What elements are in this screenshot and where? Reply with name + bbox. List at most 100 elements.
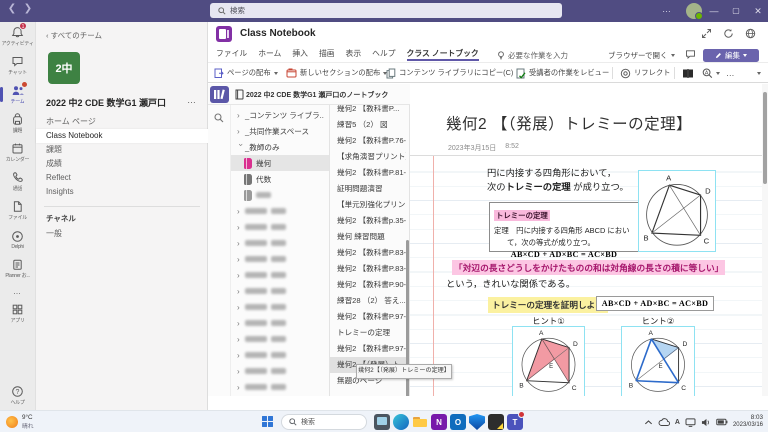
team-menu-item[interactable]: Insights [36,185,208,199]
open-in-browser-button[interactable]: ブラウザーで開く [608,50,675,61]
section-group-blurred[interactable]: › [231,315,330,331]
back-to-teams-link[interactable]: ‹ すべてのチーム [46,30,102,41]
page-list-item[interactable]: トレミーの定理 [330,325,406,341]
rail-item-assignments[interactable]: 課題 [0,109,35,138]
rail-item-more[interactable]: … [0,283,35,299]
page-list-item[interactable]: 幾何2 【教科書P.83-... [330,261,406,277]
team-tile[interactable]: 2中 [48,52,80,84]
rail-item-apps[interactable]: アプリ [0,299,35,328]
taskbar-edge-icon[interactable] [393,414,409,430]
section-algebra[interactable]: 代数 [231,171,330,187]
section-group-blurred[interactable]: › [231,203,330,219]
section-group-blurred[interactable]: › [231,283,330,299]
ribbon-tab[interactable]: クラス ノートブック [407,48,479,61]
ribbon-tab[interactable]: ファイル [216,48,247,61]
page-list-item[interactable]: 幾何2 【教科書P.90-... [330,277,406,293]
page-title[interactable]: 幾何2 【（発展）トレミーの定理】 [446,112,692,134]
taskbar-search[interactable]: 検索 [281,414,367,430]
teams-search-input[interactable]: 検索 [210,3,562,18]
page-list-item[interactable]: 幾何2 【教科書P.81-... [330,165,406,181]
rail-item-calls[interactable]: 通話 [0,167,35,196]
back-icon[interactable]: ❮ [6,3,18,14]
edit-button[interactable]: 編集 [703,49,759,62]
intro-line2[interactable]: 次のトレミーの定理 が成り立つ。 [487,179,629,193]
rail-item-delphi[interactable]: Delphi [0,225,35,254]
intro-line1[interactable]: 円に内接する四角形において， [487,165,616,179]
channel-general[interactable]: 一般 [46,228,62,239]
section-group-collab-space[interactable]: › _共同作業スペース [231,123,330,139]
taskbar-weather[interactable]: 9°C 晴れ [6,414,34,430]
onedrive-cloud-icon[interactable] [658,418,670,427]
quote-follow[interactable]: という，きれいな関係である。 [446,276,575,290]
reflect-button[interactable]: リフレクト [620,66,670,80]
reader-button[interactable] [682,66,694,80]
notebook-library-icon[interactable] [210,86,229,103]
globe-icon[interactable] [745,28,756,39]
rail-item-chat[interactable]: チャット [0,51,35,80]
collapse-ribbon-icon[interactable] [757,66,761,80]
taskbar-outlook-icon[interactable]: O [450,414,466,430]
team-menu-item[interactable]: Reflect [36,171,208,185]
battery-icon[interactable] [716,418,728,426]
ime-mode-indicator[interactable]: A [675,419,680,426]
page-list-item[interactable]: 幾何2 【教科書P.97-... [330,309,406,325]
ribbon-tab[interactable]: 表示 [346,48,362,61]
page-list-item[interactable]: 幾何 練習問題 [330,229,406,245]
section-group-blurred[interactable]: › [231,235,330,251]
page-list-item[interactable]: 幾何2 【教科書P.83-... [330,245,406,261]
team-menu-item[interactable]: ホーム ページ [36,115,208,129]
distribute-page-button[interactable]: ページの配布 [214,66,278,80]
formula-box[interactable]: AB×CD + AD×BC = AC×BD [596,296,714,311]
minimize-button[interactable]: — [704,0,724,22]
page-list-item[interactable]: 【求角演習プリント】 [330,149,406,165]
rail-item-activity[interactable]: アクティビティ 1 [0,22,35,51]
section-group-teacher-only[interactable]: › _教師のみ [231,139,330,155]
hint2-figure[interactable]: A D B C E [621,326,695,396]
team-menu-item[interactable]: 課題 [36,143,208,157]
review-student-work-button[interactable]: 受講者の作業をレビュー [516,66,609,80]
titlebar-more-icon[interactable]: … [662,4,672,14]
section-group-blurred[interactable]: › [231,379,330,395]
maximize-button[interactable]: ▢ [726,0,746,22]
team-menu-item[interactable]: 成績 [36,157,208,171]
page-list-item[interactable]: 練習28 （2） 答え... [330,293,406,309]
page-list-item[interactable]: 幾何2 【教科書P... [330,105,406,117]
hint1-figure[interactable]: A D B C E [512,326,585,396]
ribbon-tab[interactable]: ヘルプ [372,48,395,61]
ribbon-more-button[interactable]: … [726,66,736,80]
taskbar-teams-icon[interactable]: T [507,414,523,430]
main-figure[interactable]: A D B C [638,170,716,252]
taskbar-notes-icon[interactable] [488,414,504,430]
immersive-reader-button[interactable]: A [702,66,720,80]
tray-chevron-icon[interactable] [644,419,653,426]
rail-item-calendar[interactable]: カレンダー [0,138,35,167]
team-menu-item[interactable]: Class Notebook [36,129,208,143]
section-geometry[interactable]: 幾何 [231,155,330,171]
section-group-blurred[interactable]: › [231,219,330,235]
conversation-icon[interactable] [685,49,696,60]
page-list-item[interactable]: 【単元別強化プリン... [330,197,406,213]
copy-to-content-library-button[interactable]: コンテンツ ライブラリにコピー(C) [386,66,513,80]
section-group-content-library[interactable]: › _コンテンツ ライブラ.. [231,107,330,123]
notebook-header[interactable]: 2022 中2 CDE 数学G1 瀬戸口のノートブック [208,84,410,105]
forward-icon[interactable]: ❯ [22,3,34,14]
section-blurred[interactable] [231,187,330,203]
display-icon[interactable] [685,418,696,427]
refresh-icon[interactable] [723,28,734,39]
page-list-item[interactable]: 幾何2 【教科書P.76-... [330,133,406,149]
search-icon[interactable] [214,113,224,123]
section-group-blurred[interactable]: › [231,267,330,283]
avatar[interactable] [686,3,702,19]
speaker-icon[interactable] [701,418,711,427]
vertical-scrollbar[interactable] [762,84,768,396]
ribbon-tab[interactable]: ホーム [258,48,281,61]
theorem-box[interactable]: トレミーの定理 定理 円に内接する四角形 ABCD におい て，次の等式が成り立… [489,202,639,252]
rail-item-teams[interactable]: チーム [0,80,35,109]
section-group-blurred[interactable]: › [231,363,330,379]
page-list-item[interactable]: 練習5 （2） 図 [330,117,406,133]
expand-icon[interactable] [701,28,712,39]
distribute-section-button[interactable]: 新しいセクションの配布 [286,66,387,80]
team-more-icon[interactable]: … [187,95,197,105]
rail-item-help[interactable]: ? ヘルプ [0,381,35,410]
rail-item-planner[interactable]: Planner お... [0,254,35,283]
